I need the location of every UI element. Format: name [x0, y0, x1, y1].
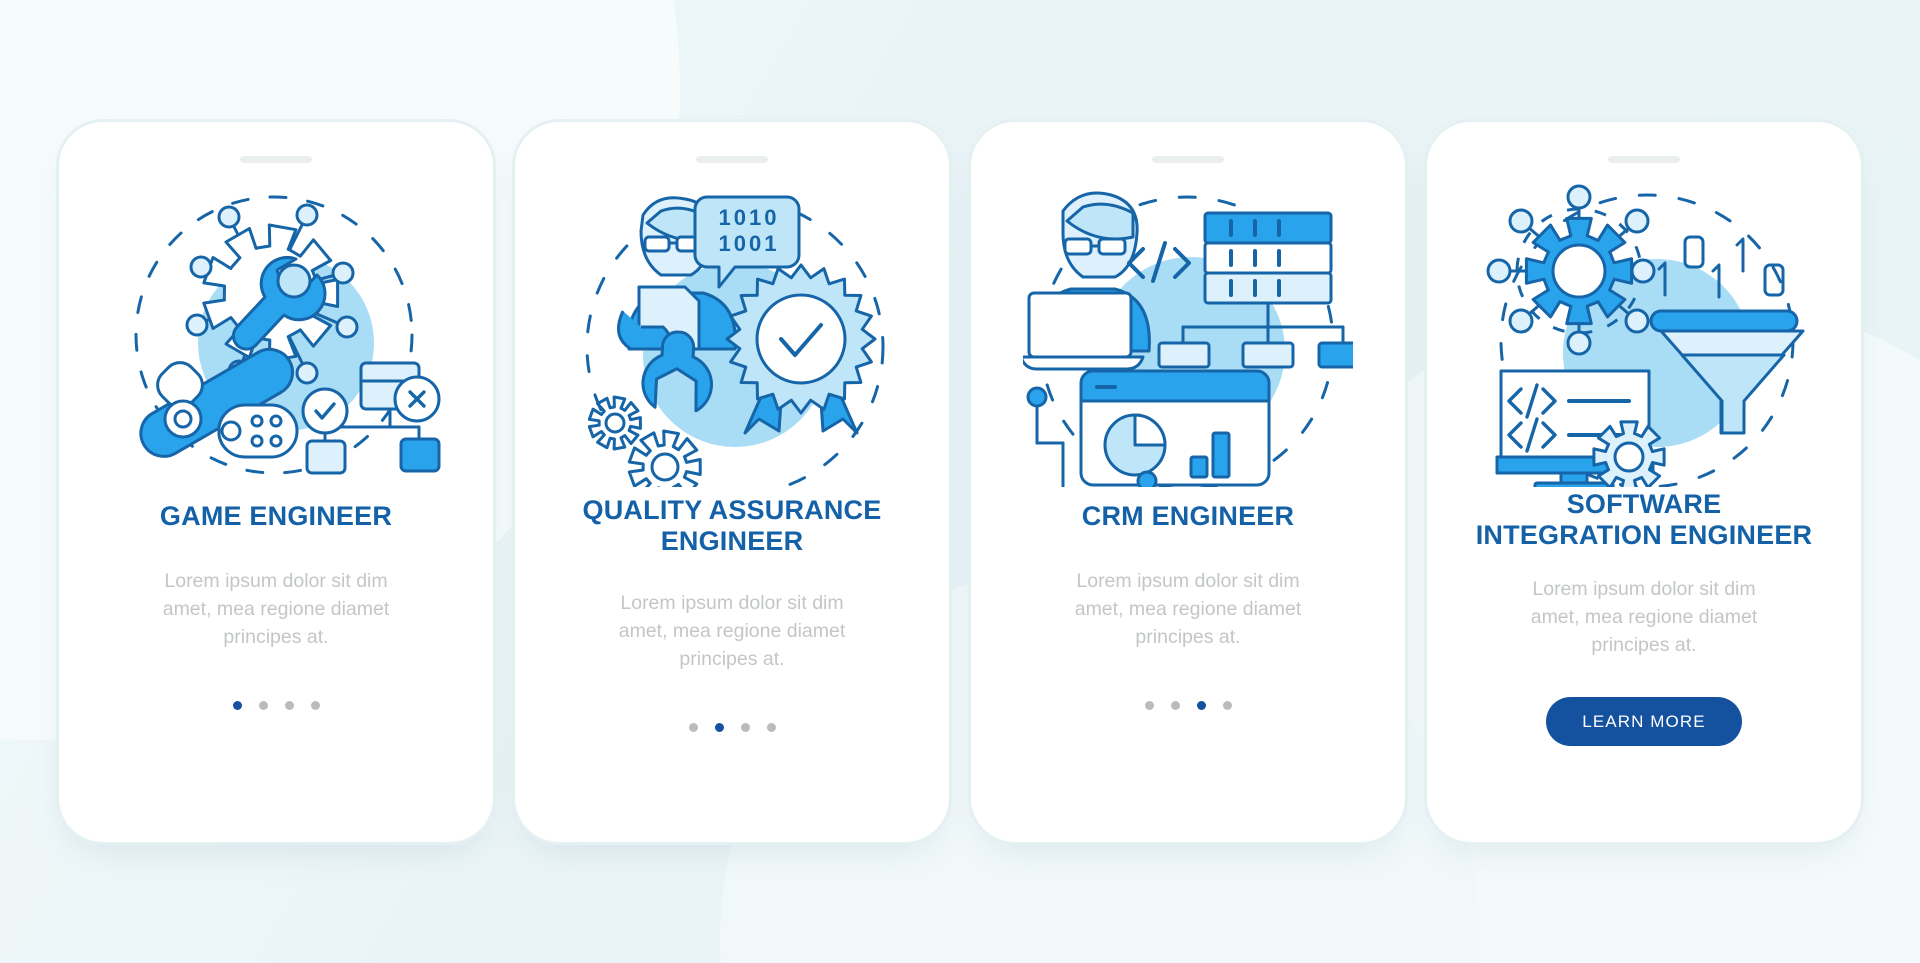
pagination-dots	[688, 723, 776, 733]
card-content-software-integration-engineer: SOFTWARE INTEGRATION ENGINEER Lorem ipsum…	[1437, 487, 1851, 832]
game-engineer-illustration	[111, 175, 441, 487]
phone-screen-quality-assurance-engineer: 1010 1001 QUALITY ASSURANCE ENGINEER Lorem …	[525, 131, 939, 832]
pagination-dot-4[interactable]	[766, 723, 776, 733]
pagination-dot-4[interactable]	[310, 701, 320, 711]
pagination-dot-2-active[interactable]	[714, 723, 724, 733]
phone-screen-crm-engineer: CRM ENGINEER Lorem ipsum dolor sit dim am…	[981, 131, 1395, 832]
card-title: CRM ENGINEER	[1081, 500, 1295, 531]
phone-screen-software-integration-engineer: SOFTWARE INTEGRATION ENGINEER Lorem ipsum…	[1437, 131, 1851, 832]
pagination-dot-2[interactable]	[258, 701, 268, 711]
card-title: SOFTWARE INTEGRATION ENGINEER	[1475, 488, 1813, 551]
phone-speaker-grille	[696, 155, 768, 163]
phone-speaker-grille	[240, 155, 312, 163]
card-content-quality-assurance-engineer: QUALITY ASSURANCE ENGINEER Lorem ipsum do…	[525, 487, 939, 832]
pagination-dot-3[interactable]	[284, 701, 294, 711]
card-title: GAME ENGINEER	[159, 500, 393, 531]
pagination-dot-3-active[interactable]	[1196, 701, 1206, 711]
quality-assurance-illustration: 1010 1001	[567, 175, 897, 487]
pagination-dot-1-active[interactable]	[232, 701, 242, 711]
card-content-game-engineer: GAME ENGINEER Lorem ipsum dolor sit dim a…	[69, 487, 483, 832]
card-description: Lorem ipsum dolor sit dim amet, mea regi…	[162, 570, 390, 648]
pagination-dot-4[interactable]	[1222, 701, 1232, 711]
pagination-dots	[232, 701, 320, 711]
svg-text:1010: 1010	[719, 205, 780, 230]
card-description: Lorem ipsum dolor sit dim amet, mea regi…	[1530, 578, 1758, 656]
pagination-dot-3[interactable]	[740, 723, 750, 733]
pagination-dot-1[interactable]	[688, 723, 698, 733]
phone-speaker-grille	[1608, 155, 1680, 163]
software-integration-illustration	[1479, 175, 1809, 487]
pagination-dot-1[interactable]	[1144, 701, 1154, 711]
onboarding-screens-row: GAME ENGINEER Lorem ipsum dolor sit dim a…	[0, 0, 1920, 963]
pagination-dot-2[interactable]	[1170, 701, 1180, 711]
phone-speaker-grille	[1152, 155, 1224, 163]
crm-engineer-illustration	[1023, 175, 1353, 487]
phone-screen-game-engineer: GAME ENGINEER Lorem ipsum dolor sit dim a…	[69, 131, 483, 832]
card-description: Lorem ipsum dolor sit dim amet, mea regi…	[1074, 570, 1302, 648]
card-title: QUALITY ASSURANCE ENGINEER	[582, 494, 882, 557]
card-content-crm-engineer: CRM ENGINEER Lorem ipsum dolor sit dim am…	[981, 487, 1395, 832]
svg-text:1001: 1001	[719, 231, 780, 256]
learn-more-button[interactable]: LEARN MORE	[1546, 697, 1742, 747]
card-description: Lorem ipsum dolor sit dim amet, mea regi…	[618, 592, 846, 670]
pagination-dots	[1144, 701, 1232, 711]
